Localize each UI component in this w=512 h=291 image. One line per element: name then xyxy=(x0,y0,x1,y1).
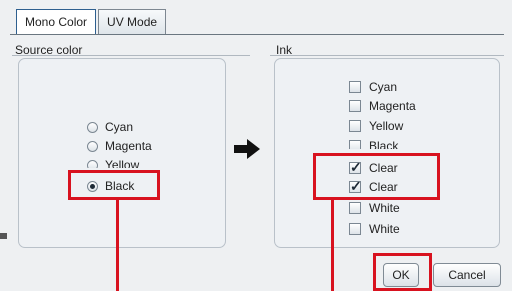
source-option-magenta[interactable]: Magenta xyxy=(87,137,152,155)
source-option-cyan[interactable]: Cyan xyxy=(87,118,133,136)
arrow-right-icon xyxy=(234,139,260,159)
source-color-rule xyxy=(12,55,250,56)
edge-marker xyxy=(0,233,7,239)
ink-option-yellow[interactable]: Yellow xyxy=(349,117,403,135)
highlight-clear-options xyxy=(313,153,440,200)
callout-line-source xyxy=(116,200,119,291)
ink-option-label: Yellow xyxy=(369,119,404,133)
tab-mono-color[interactable]: Mono Color xyxy=(16,9,97,35)
ink-option-cyan[interactable]: Cyan xyxy=(349,78,397,96)
mono-color-dialog: Mono Color UV Mode Source color Cyan Mag… xyxy=(0,0,512,291)
ink-option-white-2[interactable]: White xyxy=(349,220,400,238)
ink-option-label: Magenta xyxy=(369,99,416,113)
checkbox-icon[interactable] xyxy=(349,223,361,235)
cancel-button[interactable]: Cancel xyxy=(433,263,501,287)
highlight-ok-button xyxy=(373,253,432,291)
callout-line-ink xyxy=(331,200,334,291)
checkbox-icon[interactable] xyxy=(349,202,361,214)
radio-icon[interactable] xyxy=(87,121,98,133)
checkbox-icon[interactable] xyxy=(349,120,361,132)
tab-uv-mode[interactable]: UV Mode xyxy=(98,9,167,34)
tab-divider xyxy=(10,34,504,35)
ink-option-magenta[interactable]: Magenta xyxy=(349,97,416,115)
ink-option-label: White xyxy=(369,201,400,215)
ink-option-white-1[interactable]: White xyxy=(349,199,400,217)
source-option-label: Magenta xyxy=(105,139,152,153)
checkbox-icon[interactable] xyxy=(349,81,361,93)
radio-icon[interactable] xyxy=(87,140,98,152)
ink-rule xyxy=(270,55,504,56)
checkbox-icon[interactable] xyxy=(349,100,361,112)
ink-option-label: Cyan xyxy=(369,80,398,94)
ink-option-label: White xyxy=(369,222,400,236)
tab-bar: Mono Color UV Mode xyxy=(16,9,168,35)
source-option-label: Cyan xyxy=(105,120,134,134)
highlight-black-option xyxy=(68,170,160,200)
